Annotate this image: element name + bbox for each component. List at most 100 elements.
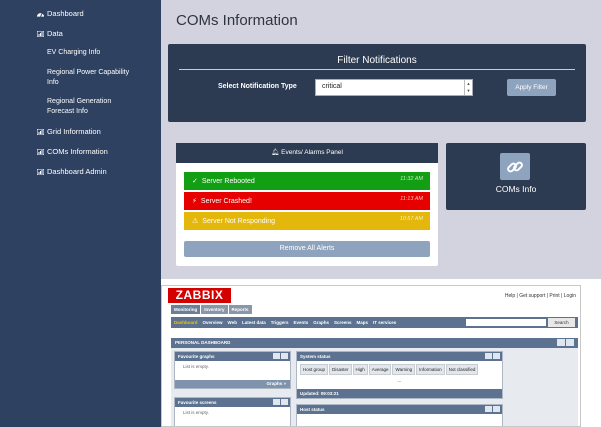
alert-item[interactable]: ⚠ Server Not Responding 10:57 AM (184, 212, 430, 230)
notification-type-value: critical (322, 83, 342, 90)
sidebar-item-label: COMs Information (47, 147, 108, 156)
zabbix-frame: ZABBIX Help | Get support | Print | Logi… (161, 285, 581, 427)
sidebar-item-regional-generation[interactable]: Regional Generation Forecast Info (47, 97, 137, 117)
alert-item[interactable]: ⚡︎ Server Crashed! 11:13 AM (184, 192, 430, 210)
sidebar-item-label: Dashboard (47, 9, 84, 18)
chart-icon (37, 148, 44, 155)
column-header: Average (368, 364, 392, 375)
nav-overview[interactable]: Overview (203, 320, 223, 325)
system-status-table-header: Host group Disaster High Average Warning… (297, 361, 502, 378)
tab-monitoring[interactable]: Monitoring (171, 305, 201, 314)
filter-panel: Filter Notifications Select Notification… (168, 44, 586, 122)
alert-item[interactable]: ✓ Server Rebooted 11:32 AM (184, 172, 430, 190)
nav-triggers[interactable]: Triggers (271, 320, 289, 325)
alert-time: 11:32 AM (400, 176, 423, 182)
sidebar-item-label: Data (47, 29, 63, 38)
alert-text: Server Crashed! (200, 197, 252, 205)
link-icon (500, 153, 530, 180)
collapse-icon[interactable] (493, 353, 500, 359)
sidebar-item-grid-information[interactable]: Grid Information (37, 127, 101, 136)
alert-time: 10:57 AM (399, 216, 423, 222)
sidebar-item-label: Dashboard Admin (47, 167, 107, 176)
widget-header: System status (297, 352, 502, 361)
chart-icon (37, 30, 44, 37)
table-placeholder: ... (397, 378, 402, 384)
nav-it-services[interactable]: IT services (373, 320, 396, 325)
divider (179, 69, 575, 70)
updated-timestamp: Updated: 09:03:21 (297, 389, 502, 398)
coms-info-label: COMs Info (495, 184, 537, 194)
sidebar-item-coms-information[interactable]: COMs Information (37, 147, 108, 156)
collapse-icon[interactable] (281, 353, 288, 359)
personal-dashboard-bar: PERSONAL DASHBOARD (171, 338, 578, 348)
nav-dashboard[interactable]: Dashboard (174, 320, 198, 325)
graphs-link[interactable]: Graphs » (175, 380, 290, 388)
alert-text: Server Rebooted (201, 177, 255, 185)
column-header: Not classified (445, 364, 479, 375)
alert-time: 11:13 AM (400, 196, 423, 202)
check-circle-icon: ✓ (192, 178, 198, 185)
dashboard-icon (37, 10, 44, 17)
sidebar-item-label: Grid Information (47, 127, 101, 136)
fullscreen-icon[interactable] (566, 339, 574, 346)
collapse-icon[interactable] (493, 406, 500, 412)
events-panel: 🔔︎ Events/ Alarms Panel ✓ Server Reboote… (176, 143, 438, 266)
notification-type-select[interactable]: critical ▲ ▼ (315, 79, 473, 96)
coms-info-card[interactable]: COMs Info (446, 143, 586, 210)
sidebar-item-regional-power[interactable]: Regional Power Capability Info (47, 68, 137, 88)
widget-title: Host status (300, 407, 325, 412)
widget-title: System status (300, 354, 331, 359)
sidebar: Dashboard Data EV Charging Info Regional… (0, 0, 161, 427)
column-header: High (352, 364, 368, 375)
host-status-widget: Host status (296, 404, 503, 426)
personal-dashboard-title: PERSONAL DASHBOARD (175, 340, 231, 345)
zabbix-search-button[interactable]: Search (548, 318, 575, 327)
events-panel-title: Events/ Alarms Panel (281, 149, 343, 156)
apply-filter-button[interactable]: Apply Filter (507, 79, 556, 96)
nav-maps[interactable]: Maps (357, 320, 369, 325)
nav-screens[interactable]: Screens (334, 320, 352, 325)
sidebar-item-data[interactable]: Data (37, 29, 63, 38)
zabbix-tabs: Monitoring Inventory Reports (171, 305, 253, 314)
tab-inventory[interactable]: Inventory (201, 305, 228, 314)
menu-icon[interactable] (485, 353, 492, 359)
empty-message: List is empty. (183, 364, 209, 369)
bolt-icon: ⚡︎ (192, 198, 197, 205)
favourite-graphs-widget: Favourite graphs List is empty. Graphs » (174, 351, 291, 389)
column-header: Warning (392, 364, 416, 375)
nav-web[interactable]: Web (228, 320, 237, 325)
widget-header: Host status (297, 405, 502, 414)
nav-latest-data[interactable]: Latest data (242, 320, 266, 325)
zabbix-nav: Dashboard Overview Web Latest data Trigg… (171, 317, 578, 328)
sidebar-item-dashboard-admin[interactable]: Dashboard Admin (37, 167, 107, 176)
zabbix-top-links[interactable]: Help | Get support | Print | Login (505, 293, 576, 299)
zabbix-logo: ZABBIX (168, 288, 231, 303)
nav-graphs[interactable]: Graphs (313, 320, 329, 325)
column-header: Information (416, 364, 445, 375)
events-panel-header: 🔔︎ Events/ Alarms Panel (176, 143, 438, 163)
menu-icon[interactable] (273, 353, 280, 359)
collapse-icon[interactable] (281, 399, 288, 405)
tab-reports[interactable]: Reports (228, 305, 252, 314)
widget-title: Favourite screens (178, 400, 217, 405)
wrench-icon[interactable] (557, 339, 565, 346)
menu-icon[interactable] (485, 406, 492, 412)
system-status-widget: System status Host group Disaster High A… (296, 351, 503, 399)
remove-all-alerts-button[interactable]: Remove All Alerts (184, 241, 430, 257)
menu-icon[interactable] (273, 399, 280, 405)
widget-title: Favourite graphs (178, 354, 215, 359)
notification-type-label: Select Notification Type (218, 83, 297, 90)
column-header: Disaster (329, 364, 352, 375)
alert-text: Server Not Responding (202, 217, 276, 225)
spinner-arrows-icon[interactable]: ▲ ▼ (464, 80, 472, 95)
sidebar-item-ev-charging[interactable]: EV Charging Info (47, 48, 100, 58)
chart-icon (37, 128, 44, 135)
widget-header: Favourite graphs (175, 352, 290, 361)
zabbix-search-input[interactable] (466, 319, 546, 326)
widget-header: Favourite screens (175, 398, 290, 407)
empty-message: List is empty. (183, 410, 209, 415)
warning-icon: ⚠ (192, 218, 199, 225)
nav-events[interactable]: Events (293, 320, 308, 325)
zabbix-dashboard-body: Favourite graphs List is empty. Graphs »… (171, 348, 578, 426)
sidebar-item-dashboard[interactable]: Dashboard (37, 9, 84, 18)
